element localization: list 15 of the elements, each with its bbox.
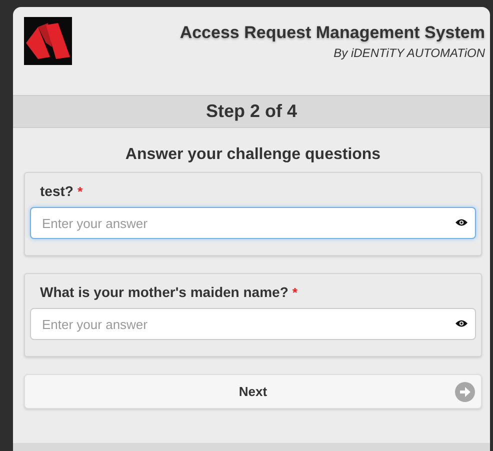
next-button[interactable]: Next bbox=[24, 374, 482, 409]
question-label: What is your mother's maiden name? bbox=[40, 284, 288, 300]
step-bar: Step 2 of 4 bbox=[13, 95, 490, 128]
app-subtitle: By iDENTiTY AUTOMATiON bbox=[334, 46, 485, 60]
answer-field[interactable]: Enter your answer bbox=[30, 308, 476, 340]
form-heading: Answer your challenge questions bbox=[124, 146, 382, 164]
answer-field[interactable]: Enter your answer bbox=[30, 207, 476, 239]
required-mark: * bbox=[77, 184, 83, 199]
eye-icon[interactable] bbox=[455, 218, 468, 227]
app-title: Access Request Management System bbox=[180, 23, 485, 43]
eye-icon[interactable] bbox=[455, 319, 468, 328]
question-label: test? bbox=[40, 183, 74, 199]
arrow-right-icon bbox=[455, 382, 475, 402]
logo-icon bbox=[24, 17, 72, 65]
required-mark: * bbox=[292, 285, 298, 300]
